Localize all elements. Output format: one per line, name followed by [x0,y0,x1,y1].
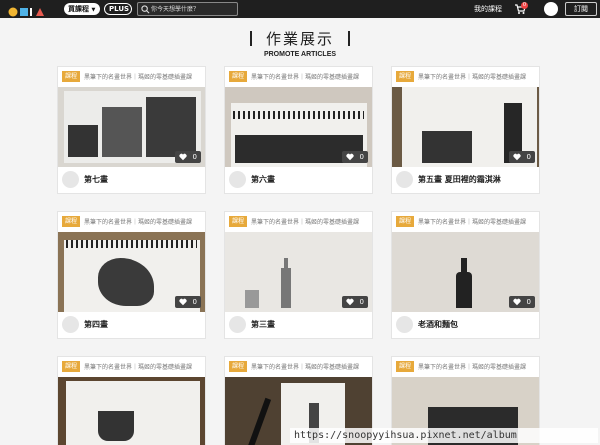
article-card[interactable]: 課程 黑筆下的名畫世界｜瑪姬的零基礎插畫課 0 第三畫 [224,211,373,339]
heart-icon [179,298,187,306]
spiral-binding [233,111,364,119]
artwork-image[interactable]: 0 [225,232,372,312]
course-tag: 課程 [62,361,81,372]
author-avatar[interactable] [229,316,246,333]
course-name: 黑筆下的名畫世界｜瑪姬的零基礎插畫課 [84,219,193,226]
like-button[interactable]: 0 [509,151,535,163]
like-count: 0 [526,298,531,306]
spiral-binding [66,240,197,248]
plus-button[interactable]: PLUS [104,3,132,15]
course-tag: 課程 [396,216,415,227]
article-title[interactable]: 第七畫 [84,174,108,185]
subscribe-button[interactable]: 訂閱 [565,2,597,16]
artwork-image[interactable]: 0 [392,232,539,312]
course-name: 黑筆下的名畫世界｜瑪姬的零基礎插畫課 [251,219,360,226]
like-button[interactable]: 0 [342,151,368,163]
heart-icon [346,298,354,306]
like-button[interactable]: 0 [175,296,201,308]
omia-logo-icon [8,7,44,17]
watermark: https://snoopyyihsua.pixnet.net/album [290,428,598,443]
artwork-image[interactable]: 0 [392,87,539,167]
article-card[interactable]: 課程 黑筆下的名畫世界｜瑪姬的零基礎插畫課 0 老酒和麵包 [391,211,540,339]
course-tag: 課程 [396,361,415,372]
chevron-down-icon: ▼ [91,7,96,13]
like-count: 0 [526,153,531,161]
like-button[interactable]: 0 [342,296,368,308]
author-avatar[interactable] [396,316,413,333]
article-title[interactable]: 第五畫 夏田裡的霜淇淋 [418,174,501,185]
author-avatar[interactable] [62,171,79,188]
article-title[interactable]: 老酒和麵包 [418,319,458,330]
artwork-image[interactable]: 0 [225,87,372,167]
heading-right-bar [348,31,350,46]
course-name: 黑筆下的名畫世界｜瑪姬的零基礎插畫課 [418,74,527,81]
like-button[interactable]: 0 [175,151,201,163]
top-navigation-bar: 買課程 ▼ PLUS 我的課程 0 訂閱 [0,0,600,18]
heart-icon [179,153,187,161]
course-tag: 課程 [229,216,248,227]
search-input[interactable] [151,4,235,14]
course-name: 黑筆下的名畫世界｜瑪姬的零基礎插畫課 [251,364,360,371]
my-courses-link[interactable]: 我的課程 [474,4,502,14]
heading-left-bar [249,31,252,46]
search-box[interactable] [137,2,238,16]
heart-icon [513,153,521,161]
artwork-image[interactable]: 0 [58,232,205,312]
article-card[interactable]: 課程 黑筆下的名畫世界｜瑪姬的零基礎插畫課 [57,356,206,445]
author-avatar[interactable] [229,171,246,188]
artwork-image[interactable]: 0 [58,87,205,167]
article-title[interactable]: 第四畫 [84,319,108,330]
like-count: 0 [192,298,197,306]
artwork-image[interactable] [58,377,205,445]
heart-icon [346,153,354,161]
course-name: 黑筆下的名畫世界｜瑪姬的零基礎插畫課 [251,74,360,81]
like-count: 0 [359,153,364,161]
article-card[interactable]: 課程 黑筆下的名畫世界｜瑪姬的零基礎插畫課 0 第五畫 夏田裡的霜淇淋 [391,66,540,194]
course-name: 黑筆下的名畫世界｜瑪姬的零基礎插畫課 [418,219,527,226]
article-card[interactable]: 課程 黑筆下的名畫世界｜瑪姬的零基礎插畫課 0 第四畫 [57,211,206,339]
author-avatar[interactable] [396,171,413,188]
site-logo[interactable] [8,3,48,17]
course-name: 黑筆下的名畫世界｜瑪姬的零基礎插畫課 [84,74,193,81]
course-tag: 課程 [62,71,81,82]
section-heading: 作業展示 PROMOTE ARTICLES [0,28,600,58]
author-avatar[interactable] [62,316,79,333]
course-tag: 課程 [396,71,415,82]
heart-icon [513,298,521,306]
cart-count-badge: 0 [521,2,528,9]
search-icon [141,5,150,14]
course-name: 黑筆下的名畫世界｜瑪姬的零基礎插畫課 [418,364,527,371]
article-title[interactable]: 第六畫 [251,174,275,185]
course-tag: 課程 [62,216,81,227]
article-card[interactable]: 課程 黑筆下的名畫世界｜瑪姬的零基礎插畫課 0 第七畫 [57,66,206,194]
buy-course-label: 買課程 [68,5,89,13]
article-card[interactable]: 課程 黑筆下的名畫世界｜瑪姬的零基礎插畫課 0 第六畫 [224,66,373,194]
like-button[interactable]: 0 [509,296,535,308]
buy-course-menu[interactable]: 買課程 ▼ [64,3,100,15]
course-tag: 課程 [229,361,248,372]
page-title: 作業展示 [265,30,334,48]
user-avatar[interactable] [544,2,558,16]
course-tag: 課程 [229,71,248,82]
page-subtitle: PROMOTE ARTICLES [263,51,337,58]
like-count: 0 [192,153,197,161]
like-count: 0 [359,298,364,306]
article-title[interactable]: 第三畫 [251,319,275,330]
course-name: 黑筆下的名畫世界｜瑪姬的零基礎插畫課 [84,364,193,371]
